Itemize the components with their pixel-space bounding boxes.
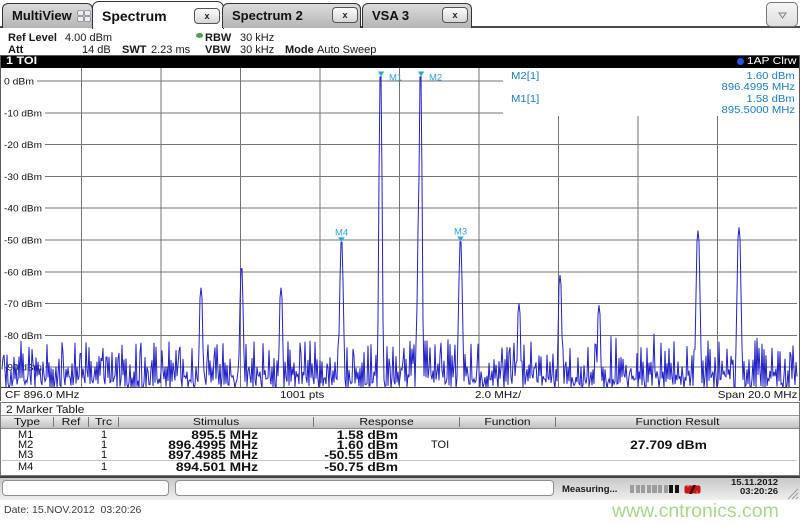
svg-text:M1: M1 <box>389 73 402 84</box>
svg-text:M2: M2 <box>429 73 442 84</box>
svg-text:-80 dBm: -80 dBm <box>4 331 42 342</box>
svg-text:-50 dBm: -50 dBm <box>4 236 42 247</box>
svg-text:-30 dBm: -30 dBm <box>4 172 42 183</box>
svg-text:-70 dBm: -70 dBm <box>4 299 42 310</box>
svg-text:-60 dBm: -60 dBm <box>4 267 42 278</box>
svg-text:-10 dBm: -10 dBm <box>4 108 42 119</box>
svg-text:-20 dBm: -20 dBm <box>4 140 42 151</box>
svg-text:0 dBm: 0 dBm <box>4 77 34 88</box>
svg-text:M4: M4 <box>335 227 348 238</box>
svg-text:-40 dBm: -40 dBm <box>4 204 42 215</box>
svg-text:M3: M3 <box>454 227 467 238</box>
